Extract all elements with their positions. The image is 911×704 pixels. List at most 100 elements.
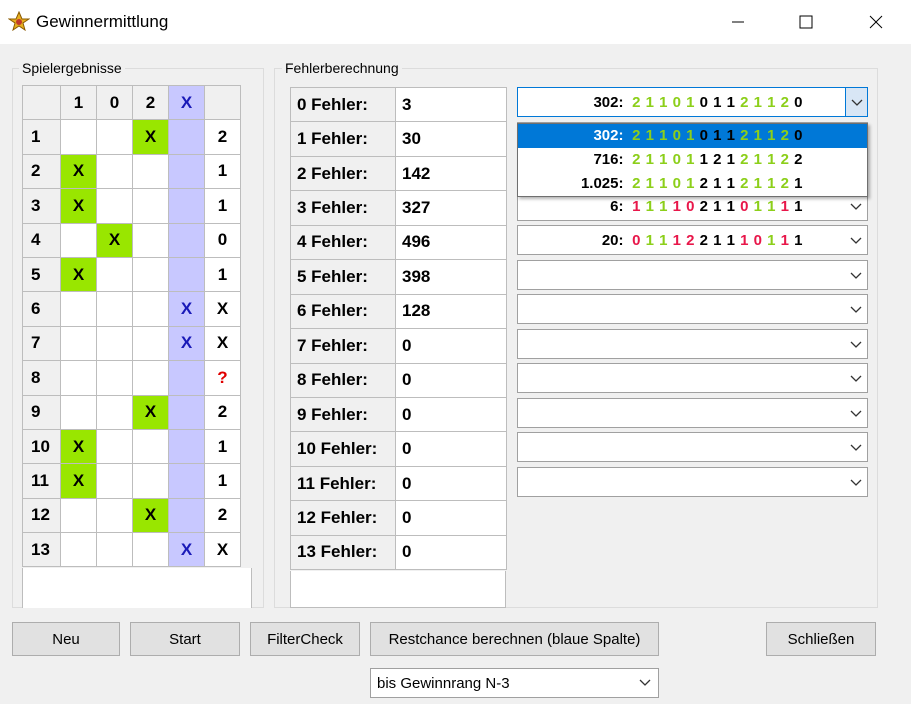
grid-cell-X[interactable] (168, 153, 205, 190)
grid-cell-1[interactable]: X (60, 428, 97, 465)
combo-dropdown-button[interactable] (845, 226, 867, 254)
grid-cell-2[interactable]: X (132, 119, 169, 155)
dropdown-option[interactable]: 1.025: 2 1 1 0 1 2 1 1 2 1 1 2 1 (518, 172, 867, 196)
maximize-button[interactable] (783, 0, 829, 44)
grid-cell-0[interactable] (96, 325, 133, 362)
minimize-button[interactable] (715, 0, 761, 44)
tip-digit: 1 (753, 175, 762, 192)
grid-cell-0[interactable] (96, 394, 133, 430)
grid-cell-X[interactable] (168, 428, 205, 465)
grid-cell-2[interactable]: X (132, 394, 169, 430)
grid-cell-X[interactable]: X (168, 325, 205, 362)
combo-dropdown-button[interactable] (845, 364, 867, 392)
grid-cell-2[interactable] (132, 360, 169, 396)
grid-cell-1[interactable]: X (60, 153, 97, 190)
grid-cell-2[interactable] (132, 532, 169, 568)
grid-cell-X[interactable] (168, 188, 205, 224)
grid-cell-0[interactable] (96, 428, 133, 465)
grid-cell-X[interactable] (168, 394, 205, 430)
close-button[interactable] (853, 0, 899, 44)
combo-dropdown-button[interactable] (845, 433, 867, 461)
result-combo[interactable] (517, 466, 868, 497)
combo-dropdown-button[interactable] (845, 330, 867, 358)
grid-cell-X[interactable] (168, 222, 205, 258)
restchance-button[interactable]: Restchance berechnen (blaue Spalte) (370, 622, 659, 656)
grid-cell-1[interactable] (60, 532, 97, 568)
grid-row-number: 10 (22, 428, 61, 465)
grid-row-number: 4 (22, 222, 61, 258)
grid-cell-0[interactable] (96, 463, 133, 499)
fehler-row: 8 Fehler: 0 (290, 362, 507, 398)
gewinnrang-select[interactable]: bis Gewinnrang N-3 (370, 668, 659, 698)
result-combo[interactable] (517, 397, 868, 428)
grid-cell-1[interactable]: X (60, 256, 97, 293)
grid-cell-1[interactable] (60, 325, 97, 362)
grid-cell-1[interactable] (60, 222, 97, 258)
grid-cell-0[interactable] (96, 188, 133, 224)
combo-dropdown-button[interactable] (845, 468, 867, 496)
grid-cell-X[interactable] (168, 256, 205, 293)
start-button[interactable]: Start (130, 622, 240, 656)
grid-cell-2[interactable] (132, 222, 169, 258)
grid-cell-1[interactable] (60, 360, 97, 396)
grid-cell-X[interactable] (168, 360, 205, 396)
grid-cell-X[interactable] (168, 497, 205, 534)
grid-cell-X[interactable]: X (168, 291, 205, 327)
combo-dropdown-button[interactable] (845, 295, 867, 323)
result-combo[interactable] (517, 294, 868, 324)
chevron-down-icon (850, 341, 862, 348)
grid-cell-2[interactable] (132, 428, 169, 465)
result-combo[interactable] (517, 432, 868, 462)
grid-cell-X[interactable] (168, 119, 205, 155)
combo-dropdown-button[interactable] (845, 88, 867, 116)
result-combo[interactable]: 302: 2 1 1 0 1 0 1 1 2 1 1 2 0 (517, 87, 868, 117)
grid-result-cell: 1 (204, 256, 241, 293)
chevron-down-icon (850, 479, 862, 486)
combo-dropdown-button[interactable] (845, 261, 867, 289)
tip-digit: 1 (645, 151, 654, 168)
dropdown-option[interactable]: 302: 2 1 1 0 1 0 1 1 2 1 1 2 0 (518, 124, 867, 148)
grid-cell-0[interactable] (96, 532, 133, 568)
neu-button[interactable]: Neu (12, 622, 120, 656)
chevron-down-icon (851, 99, 862, 106)
tip-digit: 1 (645, 197, 654, 215)
result-combo[interactable]: 20: 0 1 1 1 2 2 1 1 1 0 1 1 1 (517, 225, 868, 255)
filtercheck-button[interactable]: FilterCheck (250, 622, 360, 656)
grid-cell-X[interactable]: X (168, 532, 205, 568)
grid-cell-0[interactable] (96, 291, 133, 327)
grid-cell-1[interactable]: X (60, 188, 97, 224)
result-combo[interactable] (517, 328, 868, 359)
grid-cell-1[interactable]: X (60, 463, 97, 499)
grid-cell-0[interactable]: X (96, 222, 133, 258)
combo-dropdown-list[interactable]: 302: 2 1 1 0 1 0 1 1 2 1 1 2 0 716: 2 1 1 0 1 1 2 1 2 1 1 2 2 1.025:… (517, 123, 868, 197)
grid-cell-1[interactable] (60, 291, 97, 327)
grid-cell-0[interactable] (96, 360, 133, 396)
grid-header-cell: 1 (60, 84, 97, 121)
grid-cell-0[interactable] (96, 153, 133, 190)
grid-cell-2[interactable]: X (132, 497, 169, 534)
grid-cell-2[interactable] (132, 325, 169, 362)
grid-cell-X[interactable] (168, 463, 205, 499)
grid-cell-2[interactable] (132, 463, 169, 499)
schliessen-button[interactable]: Schließen (766, 622, 876, 656)
grid-cell-2[interactable] (132, 256, 169, 293)
grid-cell-0[interactable] (96, 497, 133, 534)
grid-cell-1[interactable] (60, 497, 97, 534)
grid-cell-1[interactable] (60, 394, 97, 430)
result-combo[interactable] (517, 259, 868, 290)
combo-dropdown-button[interactable] (845, 399, 867, 427)
grid-cell-2[interactable] (132, 188, 169, 224)
grid-cell-0[interactable] (96, 256, 133, 293)
grid-cell-0[interactable] (96, 119, 133, 155)
grid-cell-2[interactable] (132, 291, 169, 327)
tip-digit: 1 (713, 197, 722, 215)
grid-cell-1[interactable] (60, 119, 97, 155)
tip-digit: 1 (767, 175, 776, 192)
grid-cell-2[interactable] (132, 153, 169, 190)
tip-digit: 1 (672, 232, 681, 249)
gewinnrang-value: bis Gewinnrang N-3 (377, 675, 510, 692)
dropdown-option[interactable]: 716: 2 1 1 0 1 1 2 1 2 1 1 2 2 (518, 148, 867, 172)
tip-digit: 1 (767, 94, 776, 111)
result-combo[interactable] (517, 363, 868, 393)
grid-row-number: 12 (22, 497, 61, 534)
